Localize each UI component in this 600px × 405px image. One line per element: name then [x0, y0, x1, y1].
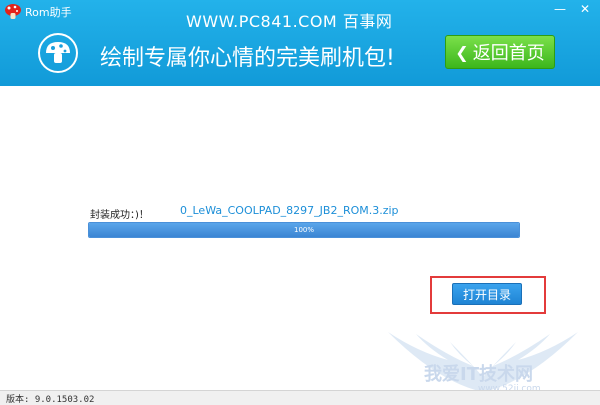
version-label: 版本: 9.0.1503.02 — [6, 395, 95, 405]
mushroom-icon — [38, 33, 78, 73]
minimize-button[interactable]: — — [549, 0, 571, 18]
close-button[interactable]: ✕ — [574, 0, 596, 18]
main-content: 封装成功：)！ 0_LeWa_COOLPAD_8297_JB2_ROM.3.zi… — [0, 86, 600, 392]
app-logo-icon — [5, 4, 21, 19]
open-directory-button[interactable]: 打开目录 — [452, 283, 522, 305]
status-label: 封装成功：)！ — [90, 210, 149, 221]
progress-text: 100% — [293, 226, 314, 234]
header-slogan: 绘制专属你心情的完美刷机包! — [100, 46, 395, 71]
app-header: Rom助手 WWW.PC841.COM 百事网 — ✕ 绘制专属你心情的完美刷机… — [0, 0, 600, 86]
watermark-bottom: 我爱IT技术网 — [424, 364, 533, 385]
progress-bar: 100% — [88, 222, 520, 238]
app-name: Rom助手 — [25, 6, 72, 19]
chevron-left-icon: ❮ — [455, 42, 469, 62]
back-to-home-button[interactable]: ❮ 返回首页 — [445, 35, 555, 69]
back-button-label: 返回首页 — [472, 43, 545, 64]
watermark-top: WWW.PC841.COM 百事网 — [186, 12, 393, 31]
status-bar: 版本: 9.0.1503.02 — [0, 390, 600, 405]
output-file-name[interactable]: 0_LeWa_COOLPAD_8297_JB2_ROM.3.zip — [180, 204, 399, 217]
